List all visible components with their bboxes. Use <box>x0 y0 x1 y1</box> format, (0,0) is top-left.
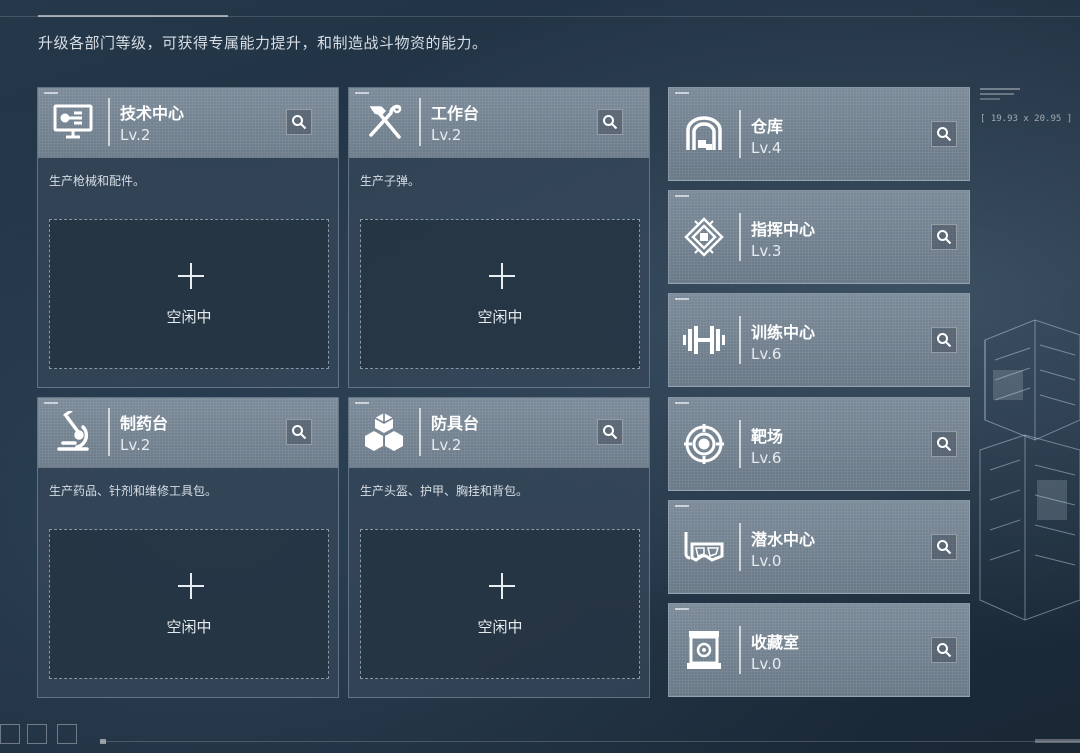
facility-name: 靶场 <box>751 427 784 446</box>
inspect-button[interactable] <box>286 109 312 135</box>
warehouse-icon <box>679 110 729 158</box>
card-header: 防具台 Lv.2 <box>349 398 649 468</box>
facility-tile-command-center[interactable]: 指挥中心 Lv.3 <box>668 190 970 284</box>
facility-tile-warehouse[interactable]: 仓库 Lv.4 <box>668 87 970 181</box>
inspect-button[interactable] <box>931 121 957 147</box>
production-slot[interactable]: 空闲中 <box>360 529 640 679</box>
facility-name: 训练中心 <box>751 323 816 342</box>
search-icon <box>292 115 307 130</box>
plus-icon <box>489 263 515 289</box>
bottom-divider <box>100 741 1080 742</box>
facility-name: 指挥中心 <box>751 220 816 239</box>
command-emblem-icon <box>679 213 729 261</box>
top-divider-accent <box>38 15 228 17</box>
workshop-card-workbench[interactable]: 工作台 Lv.2 生产子弹。 空闲中 <box>348 87 650 388</box>
page-description: 升级各部门等级，可获得专属能力提升，和制造战斗物资的能力。 <box>38 34 488 52</box>
facility-description: 生产药品、针剂和维修工具包。 <box>49 484 218 498</box>
hammer-wrench-icon <box>359 98 409 146</box>
slot-status: 空闲中 <box>166 308 212 326</box>
display-case-icon <box>679 626 729 674</box>
facility-description: 生产枪械和配件。 <box>49 174 146 188</box>
facility-level: Lv.0 <box>751 552 782 570</box>
slot-status: 空闲中 <box>477 618 523 636</box>
plus-icon <box>178 263 204 289</box>
bottom-divider-marker <box>1035 739 1080 743</box>
search-icon <box>937 333 952 348</box>
facility-level: Lv.4 <box>751 139 782 157</box>
facility-level: Lv.0 <box>751 655 782 673</box>
facility-level: Lv.2 <box>431 126 462 144</box>
target-icon <box>679 420 729 468</box>
bottom-slot-icon[interactable] <box>27 724 47 744</box>
facility-name: 防具台 <box>431 414 480 433</box>
facility-name: 制药台 <box>120 414 169 433</box>
inspect-button[interactable] <box>597 419 623 445</box>
facility-name: 潜水中心 <box>751 530 816 549</box>
slot-status: 空闲中 <box>477 308 523 326</box>
search-icon <box>937 643 952 658</box>
inspect-button[interactable] <box>931 534 957 560</box>
facility-tile-collection-room[interactable]: 收藏室 Lv.0 <box>668 603 970 697</box>
plus-icon <box>178 573 204 599</box>
inspect-button[interactable] <box>597 109 623 135</box>
inspect-button[interactable] <box>931 327 957 353</box>
search-icon <box>937 127 952 142</box>
workshop-card-armor-bench[interactable]: 防具台 Lv.2 生产头盔、护甲、胸挂和背包。 空闲中 <box>348 397 650 698</box>
building-wireframe-decoration <box>979 319 1080 621</box>
production-slot[interactable]: 空闲中 <box>49 219 329 369</box>
facility-name: 技术中心 <box>120 104 185 123</box>
inspect-button[interactable] <box>931 224 957 250</box>
search-icon <box>937 437 952 452</box>
search-icon <box>292 425 307 440</box>
bottom-slot-icon[interactable] <box>0 724 20 744</box>
card-header: 工作台 Lv.2 <box>349 88 649 158</box>
facility-level: Lv.2 <box>120 436 151 454</box>
workshop-card-pharmacy[interactable]: 制药台 Lv.2 生产药品、针剂和维修工具包。 空闲中 <box>37 397 339 698</box>
cubes-icon <box>359 408 409 456</box>
computer-icon <box>48 98 98 146</box>
facility-level: Lv.2 <box>120 126 151 144</box>
facility-description: 生产头盔、护甲、胸挂和背包。 <box>360 484 529 498</box>
search-icon <box>603 115 618 130</box>
search-icon <box>937 230 952 245</box>
microscope-icon <box>48 408 98 456</box>
card-header: 制药台 Lv.2 <box>38 398 338 468</box>
hud-decoration <box>980 88 1020 100</box>
workshop-card-tech-center[interactable]: 技术中心 Lv.2 生产枪械和配件。 空闲中 <box>37 87 339 388</box>
search-icon <box>603 425 618 440</box>
dumbbell-icon <box>679 316 729 364</box>
search-icon <box>937 540 952 555</box>
facility-name: 工作台 <box>431 104 480 123</box>
facility-tile-shooting-range[interactable]: 靶场 Lv.6 <box>668 397 970 491</box>
bottom-divider-marker <box>100 739 106 744</box>
hud-coordinates: [ 19.93 x 20.95 ] <box>980 114 1073 124</box>
plus-icon <box>489 573 515 599</box>
production-slot[interactable]: 空闲中 <box>49 529 329 679</box>
facility-description: 生产子弹。 <box>360 174 421 188</box>
inspect-button[interactable] <box>286 419 312 445</box>
facility-level: Lv.6 <box>751 345 782 363</box>
diving-mask-icon <box>679 523 729 571</box>
facility-name: 收藏室 <box>751 633 800 652</box>
facility-level: Lv.3 <box>751 242 782 260</box>
slot-status: 空闲中 <box>166 618 212 636</box>
facility-level: Lv.2 <box>431 436 462 454</box>
facility-name: 仓库 <box>751 117 784 136</box>
facility-tile-diving-center[interactable]: 潜水中心 Lv.0 <box>668 500 970 594</box>
card-header: 技术中心 Lv.2 <box>38 88 338 158</box>
facility-level: Lv.6 <box>751 449 782 467</box>
bottom-slot-icon[interactable] <box>57 724 77 744</box>
inspect-button[interactable] <box>931 431 957 457</box>
inspect-button[interactable] <box>931 637 957 663</box>
facility-tile-training-center[interactable]: 训练中心 Lv.6 <box>668 293 970 387</box>
production-slot[interactable]: 空闲中 <box>360 219 640 369</box>
